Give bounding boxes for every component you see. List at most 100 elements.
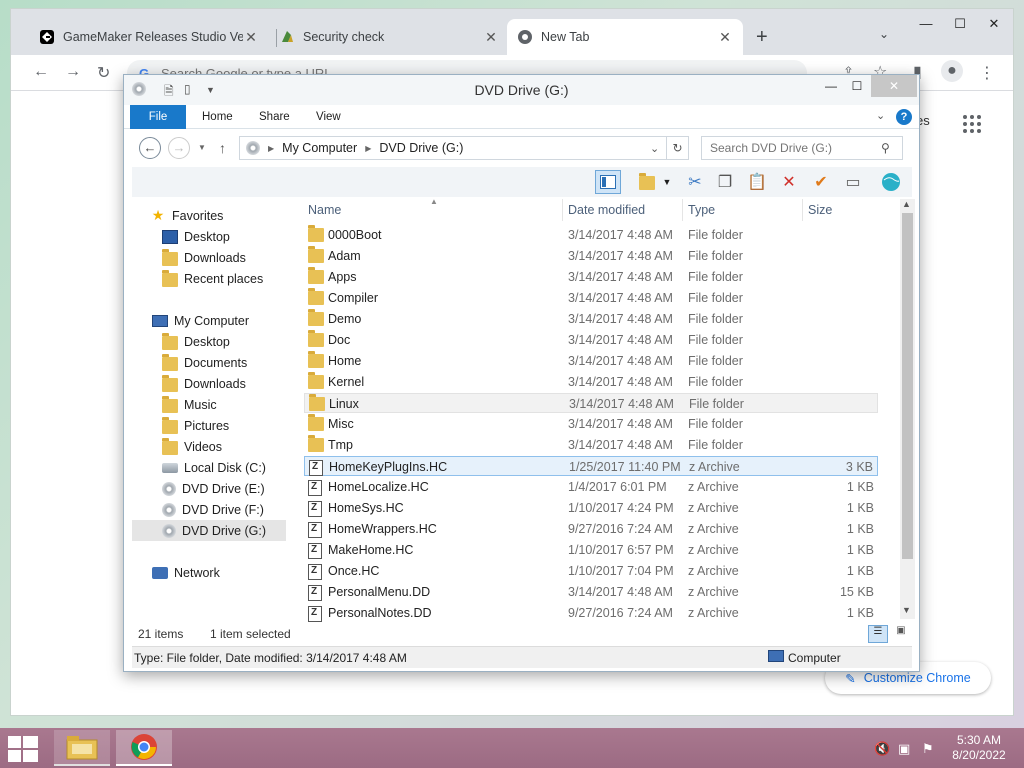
file-row[interactable]: PersonalMenu.DD 3/14/2017 4:48 AM z Archiv… <box>304 582 878 602</box>
nav-item-dvd-g[interactable]: DVD Drive (G:) <box>132 520 286 541</box>
breadcrumb-chevron-icon[interactable]: ▶ <box>365 144 371 153</box>
column-divider[interactable] <box>562 199 563 221</box>
scroll-down-icon[interactable]: ▼ <box>902 605 911 615</box>
file-row[interactable]: Demo 3/14/2017 4:48 AM File folder <box>304 309 878 329</box>
nav-network[interactable]: Network <box>152 562 220 583</box>
tab-share[interactable]: Share <box>245 105 304 129</box>
file-row[interactable]: Once.HC 1/10/2017 7:04 PM z Archive 1 KB <box>304 561 878 581</box>
maximize-icon[interactable]: ☐ <box>844 75 870 97</box>
file-explorer-taskbar-button[interactable] <box>54 730 110 766</box>
search-input[interactable] <box>701 136 903 160</box>
address-dropdown-chevron-icon[interactable]: ⌄ <box>650 142 659 155</box>
nav-item-dvd-f[interactable]: DVD Drive (F:) <box>162 499 264 520</box>
scroll-up-icon[interactable]: ▲ <box>902 199 911 209</box>
action-center-icon[interactable]: ⚑ <box>922 741 934 757</box>
file-row[interactable]: Kernel 3/14/2017 4:48 AM File folder <box>304 372 878 392</box>
rename-icon[interactable]: ▭ <box>840 170 866 194</box>
vertical-scrollbar[interactable]: ▲ ▼ <box>900 199 915 619</box>
details-view-icon[interactable]: ☰ <box>868 625 888 643</box>
network-status-icon[interactable]: ▣ <box>898 741 910 757</box>
nav-item-desktop[interactable]: Desktop <box>162 331 230 352</box>
tab-search-chevron-icon[interactable]: ⌄ <box>879 27 889 41</box>
column-size[interactable]: Size <box>808 203 832 217</box>
copy-icon[interactable]: ❐ <box>712 170 738 194</box>
nav-favorites[interactable]: ★ Favorites <box>150 205 224 226</box>
windows-start-icon[interactable] <box>8 736 38 762</box>
column-date-modified[interactable]: Date modified <box>568 203 645 217</box>
up-arrow-icon[interactable]: ↑ <box>219 140 226 156</box>
close-tab-icon[interactable]: ✕ <box>717 29 733 46</box>
file-row[interactable]: HomeWrappers.HC 9/27/2016 7:24 AM z Archiv… <box>304 519 878 539</box>
nav-item-dvd-e[interactable]: DVD Drive (E:) <box>162 478 265 499</box>
maximize-icon[interactable]: ☐ <box>943 13 977 35</box>
breadcrumb-current[interactable]: DVD Drive (G:) <box>379 141 463 155</box>
forward-arrow-icon[interactable]: → <box>168 137 190 159</box>
nav-item-recent-places[interactable]: Recent places <box>162 268 263 289</box>
file-row[interactable]: HomeLocalize.HC 1/4/2017 6:01 PM z Archive… <box>304 477 878 497</box>
column-divider[interactable] <box>682 199 683 221</box>
help-icon[interactable]: ? <box>896 109 912 125</box>
nav-item-downloads[interactable]: Downloads <box>162 373 246 394</box>
file-row[interactable]: Adam 3/14/2017 4:48 AM File folder <box>304 246 878 266</box>
folder-options-icon[interactable] <box>634 170 660 194</box>
close-window-icon[interactable]: ✕ <box>871 75 917 97</box>
nav-my-computer[interactable]: My Computer <box>152 310 249 331</box>
profile-avatar-icon[interactable]: ● <box>941 60 963 82</box>
minimize-icon[interactable]: — <box>818 75 844 97</box>
volume-muted-icon[interactable]: 🔇 <box>874 741 890 757</box>
file-row[interactable]: HomeKeyPlugIns.HC 1/25/2017 11:40 PM z Arc… <box>304 456 878 476</box>
large-icons-view-icon[interactable]: ▣ <box>892 625 910 643</box>
file-row[interactable]: HomeSys.HC 1/10/2017 4:24 PM z Archive 1 KB <box>304 498 878 518</box>
column-type[interactable]: Type <box>688 203 715 217</box>
delete-x-icon[interactable]: ✕ <box>776 170 802 194</box>
breadcrumb-chevron-icon[interactable]: ▶ <box>268 144 274 153</box>
back-arrow-icon[interactable]: ← <box>139 137 161 159</box>
globe-icon[interactable] <box>878 170 904 194</box>
tab-home[interactable]: Home <box>188 105 247 129</box>
refresh-icon[interactable]: ↻ <box>666 137 688 159</box>
apps-grid-icon[interactable] <box>963 115 981 133</box>
file-row[interactable]: Home 3/14/2017 4:48 AM File folder <box>304 351 878 371</box>
address-bar[interactable]: ▶ My Computer ▶ DVD Drive (G:) ⌄ <box>239 136 689 160</box>
nav-item-documents[interactable]: Documents <box>162 352 247 373</box>
nav-item-local-disk-c[interactable]: Local Disk (C:) <box>162 457 266 478</box>
file-row[interactable]: Doc 3/14/2017 4:48 AM File folder <box>304 330 878 350</box>
column-name[interactable]: Name <box>308 203 341 217</box>
nav-item-videos[interactable]: Videos <box>162 436 222 457</box>
nav-item-music[interactable]: Music <box>162 394 217 415</box>
new-tab-button[interactable]: + <box>756 26 768 49</box>
file-row[interactable]: Misc 3/14/2017 4:48 AM File folder <box>304 414 878 434</box>
close-window-icon[interactable]: ✕ <box>977 13 1011 35</box>
system-clock[interactable]: 5:30 AM 8/20/2022 <box>944 733 1014 763</box>
minimize-icon[interactable]: — <box>909 13 943 35</box>
file-row[interactable]: MakeHome.HC 1/10/2017 6:57 PM z Archive 1 K… <box>304 540 878 560</box>
nav-item-desktop[interactable]: Desktop <box>162 226 230 247</box>
nav-item-downloads[interactable]: Downloads <box>162 247 246 268</box>
tab-security-check[interactable]: Security check ✕ <box>269 19 509 55</box>
recent-locations-chevron-icon[interactable]: ▼ <box>198 143 206 152</box>
search-icon[interactable]: ⚲ <box>881 141 890 155</box>
breadcrumb-my-computer[interactable]: My Computer <box>282 141 357 155</box>
cut-scissors-icon[interactable]: ✂ <box>682 170 708 194</box>
options-dropdown-icon[interactable]: ▼ <box>660 170 674 194</box>
column-divider[interactable] <box>802 199 803 221</box>
tab-view[interactable]: View <box>302 105 355 129</box>
close-tab-icon[interactable]: ✕ <box>483 29 499 46</box>
forward-arrow-icon[interactable]: → <box>65 63 81 81</box>
chrome-taskbar-button[interactable] <box>116 730 172 766</box>
nav-item-pictures[interactable]: Pictures <box>162 415 229 436</box>
file-row[interactable]: PersonalNotes.DD 9/27/2016 7:24 AM z Archi… <box>304 603 878 623</box>
tab-gamemaker[interactable]: GameMaker Releases Studio Vers ✕ <box>29 19 269 55</box>
reload-icon[interactable]: ↻ <box>97 63 110 83</box>
kebab-menu-icon[interactable]: ⋮ <box>979 63 995 83</box>
tab-file[interactable]: File <box>130 105 186 129</box>
close-tab-icon[interactable]: ✕ <box>243 29 259 46</box>
checkmark-icon[interactable]: ✔ <box>808 170 834 194</box>
file-row[interactable]: Linux 3/14/2017 4:48 AM File folder <box>304 393 878 413</box>
details-pane-icon[interactable] <box>595 170 621 194</box>
file-row[interactable]: Compiler 3/14/2017 4:48 AM File folder <box>304 288 878 308</box>
tab-new-tab[interactable]: New Tab ✕ <box>507 19 743 55</box>
scrollbar-thumb[interactable] <box>902 213 913 559</box>
file-row[interactable]: 0000Boot 3/14/2017 4:48 AM File folder <box>304 225 878 245</box>
back-arrow-icon[interactable]: ← <box>33 63 49 81</box>
